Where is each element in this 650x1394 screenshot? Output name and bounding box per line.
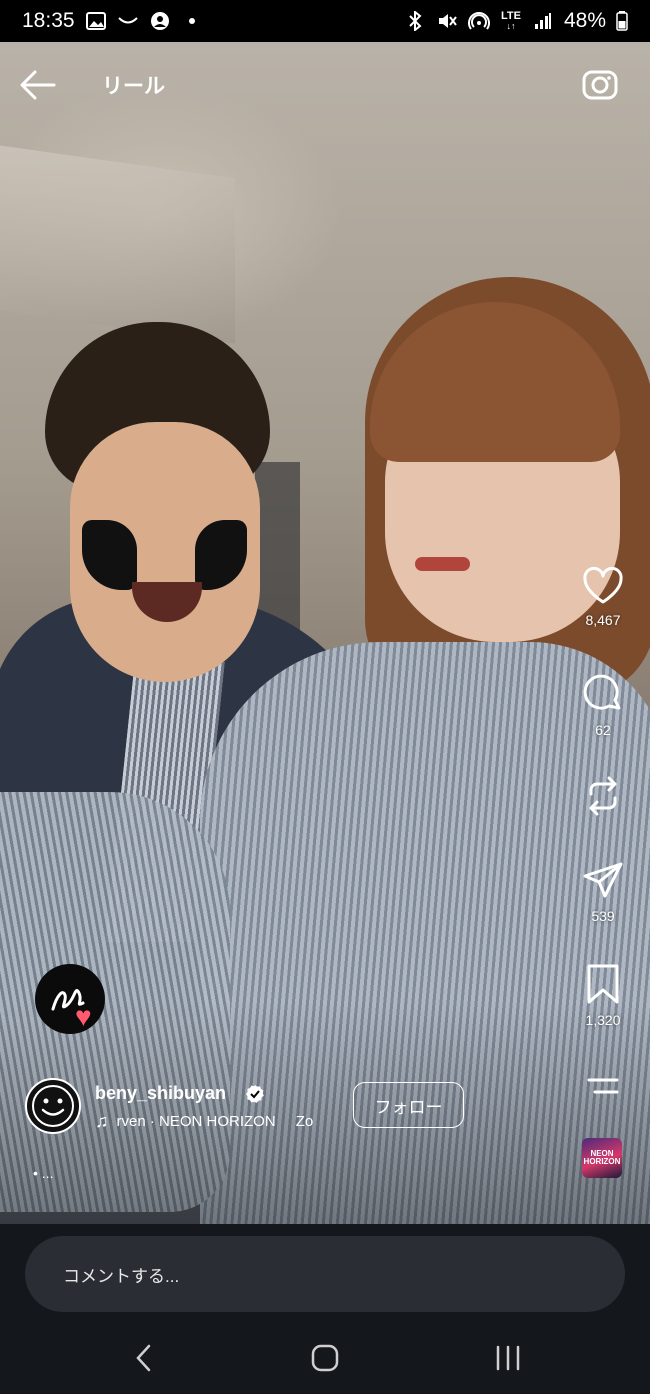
comment-count: 62 — [595, 722, 611, 738]
arrow-left-icon — [20, 70, 56, 100]
comment-bar: コメントする... — [0, 1224, 650, 1320]
nav-recents-button[interactable] — [478, 1338, 538, 1378]
music-track: rven · NEON HORIZON — [116, 1113, 276, 1130]
nav-back-button[interactable] — [114, 1338, 174, 1378]
author-username[interactable]: beny_shibuyan — [95, 1083, 226, 1104]
menu-lines-icon — [587, 1078, 619, 1094]
nav-home-button[interactable] — [295, 1338, 355, 1378]
audio-thumbnail-label: NEON HORIZON — [583, 1149, 621, 1166]
share-button[interactable]: 539 — [572, 858, 634, 924]
repost-button[interactable] — [572, 774, 634, 824]
battery-percent: 48% — [563, 9, 606, 32]
gallery-icon — [85, 10, 107, 32]
save-count: 1,320 — [585, 1012, 621, 1028]
comment-icon — [583, 674, 621, 710]
system-nav-bar — [0, 1320, 650, 1394]
like-count: 8,467 — [585, 612, 621, 628]
bookmark-icon — [587, 964, 619, 1004]
camera-button[interactable] — [580, 64, 620, 104]
account-icon — [149, 10, 171, 32]
bluetooth-icon — [404, 10, 426, 32]
caption-more[interactable]: • ... — [33, 1165, 53, 1181]
smile-icon — [117, 10, 139, 32]
lte-icon: LTE ↓↑ — [500, 10, 521, 31]
verified-badge-icon — [246, 1085, 264, 1103]
dot-icon — [181, 10, 203, 32]
logo-sticker — [35, 964, 105, 1034]
mute-icon — [436, 10, 458, 32]
chevron-left-icon — [136, 1344, 151, 1372]
audio-thumbnail[interactable]: NEON HORIZON — [582, 1138, 622, 1178]
signal-icon — [532, 10, 554, 32]
heart-icon — [583, 566, 623, 604]
share-count: 539 — [591, 908, 615, 924]
page-title: リール — [102, 75, 165, 98]
send-icon — [583, 862, 623, 898]
woman-lips — [415, 557, 470, 571]
music-info[interactable]: ♫ rven · NEON HORIZON Zo — [95, 1111, 340, 1132]
comment-button[interactable]: 62 — [572, 672, 634, 738]
music-note-icon: ♫ — [95, 1111, 109, 1131]
reel-video[interactable] — [0, 42, 650, 1224]
save-button[interactable]: 1,320 — [572, 962, 634, 1028]
music-track-more: Zo — [295, 1113, 314, 1130]
recents-icon — [496, 1345, 520, 1371]
smiley-avatar-icon — [32, 1085, 74, 1127]
repost-icon — [589, 776, 617, 816]
author-row: beny_shibuyan ♫ rven · NEON HORIZON Zo フ… — [25, 1078, 585, 1138]
home-square-icon — [311, 1344, 339, 1372]
ceiling-vent — [0, 145, 235, 344]
back-button[interactable] — [18, 68, 58, 102]
status-bar: 18:35 LTE ↓↑ 48% — [0, 0, 650, 42]
battery-icon — [616, 10, 628, 32]
top-bar: リール — [0, 50, 650, 120]
comment-input[interactable]: コメントする... — [25, 1236, 625, 1312]
camera-icon — [582, 70, 618, 100]
heart-sticker-icon: ♥ — [75, 1001, 92, 1032]
author-avatar[interactable] — [25, 1078, 81, 1134]
status-time: 18:35 — [22, 9, 75, 32]
follow-button[interactable]: フォロー — [353, 1082, 464, 1128]
hotspot-icon — [468, 10, 490, 32]
like-button[interactable]: 8,467 — [572, 566, 634, 628]
